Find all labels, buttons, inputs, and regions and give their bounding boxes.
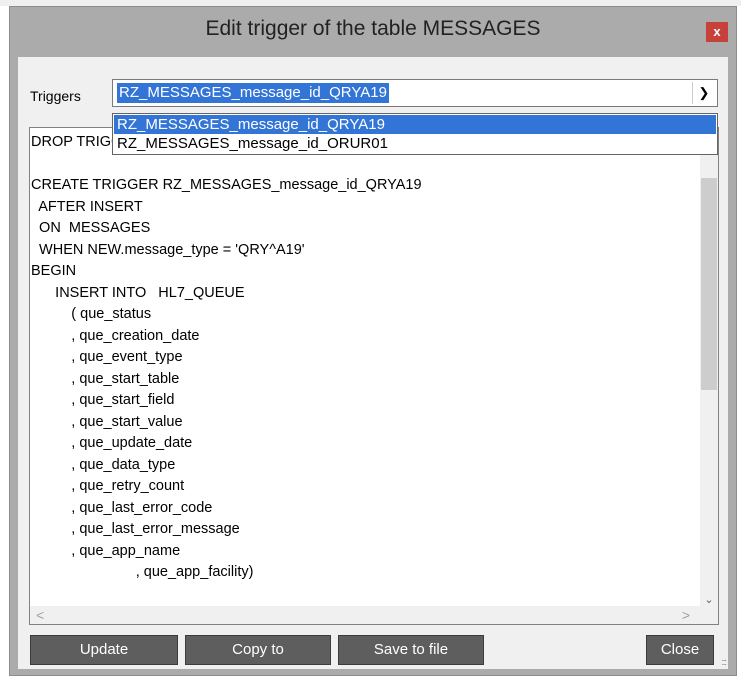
chevron-down-icon[interactable]: ❯ bbox=[692, 82, 715, 104]
window-title: Edit trigger of the table MESSAGES bbox=[205, 17, 541, 40]
scroll-down-arrow-icon[interactable]: ⌄ bbox=[700, 593, 718, 606]
dropdown-option[interactable]: RZ_MESSAGES_message_id_ORUR01 bbox=[114, 134, 716, 153]
edit-trigger-dialog: Edit trigger of the table MESSAGES x Tri… bbox=[9, 6, 737, 676]
triggers-selected-value: RZ_MESSAGES_message_id_QRYA19 bbox=[117, 83, 389, 103]
resize-grip-icon[interactable]: ::: bbox=[721, 657, 726, 667]
save-to-file-button[interactable]: Save to file bbox=[338, 635, 484, 665]
sql-editor[interactable]: DROP TRIGGER IF EXISTS RZ_MESSAGES_messa… bbox=[29, 127, 719, 625]
dialog-content: Triggers RZ_MESSAGES_message_id_QRYA19 ❯… bbox=[18, 57, 728, 669]
triggers-select[interactable]: RZ_MESSAGES_message_id_QRYA19 ❯ bbox=[112, 79, 718, 107]
horizontal-scrollbar[interactable]: < > bbox=[30, 606, 700, 624]
vertical-scroll-thumb[interactable] bbox=[701, 178, 717, 390]
title-bar[interactable]: Edit trigger of the table MESSAGES x bbox=[10, 7, 736, 57]
triggers-dropdown-list[interactable]: RZ_MESSAGES_message_id_QRYA19 RZ_MESSAGE… bbox=[112, 113, 718, 155]
scrollbar-corner bbox=[700, 606, 718, 624]
dropdown-option-selected[interactable]: RZ_MESSAGES_message_id_QRYA19 bbox=[114, 115, 716, 134]
scroll-left-arrow-icon[interactable]: < bbox=[36, 607, 44, 623]
update-button[interactable]: Update bbox=[30, 635, 178, 665]
window-close-button[interactable]: x bbox=[706, 22, 728, 42]
triggers-label: Triggers bbox=[30, 88, 81, 104]
close-button[interactable]: Close bbox=[646, 635, 714, 665]
copy-to-button[interactable]: Copy to bbox=[185, 635, 331, 665]
scroll-right-arrow-icon[interactable]: > bbox=[682, 607, 690, 623]
vertical-scrollbar[interactable]: ⌄ bbox=[700, 128, 718, 608]
sql-code-text[interactable]: DROP TRIGGER IF EXISTS RZ_MESSAGES_messa… bbox=[31, 132, 482, 584]
